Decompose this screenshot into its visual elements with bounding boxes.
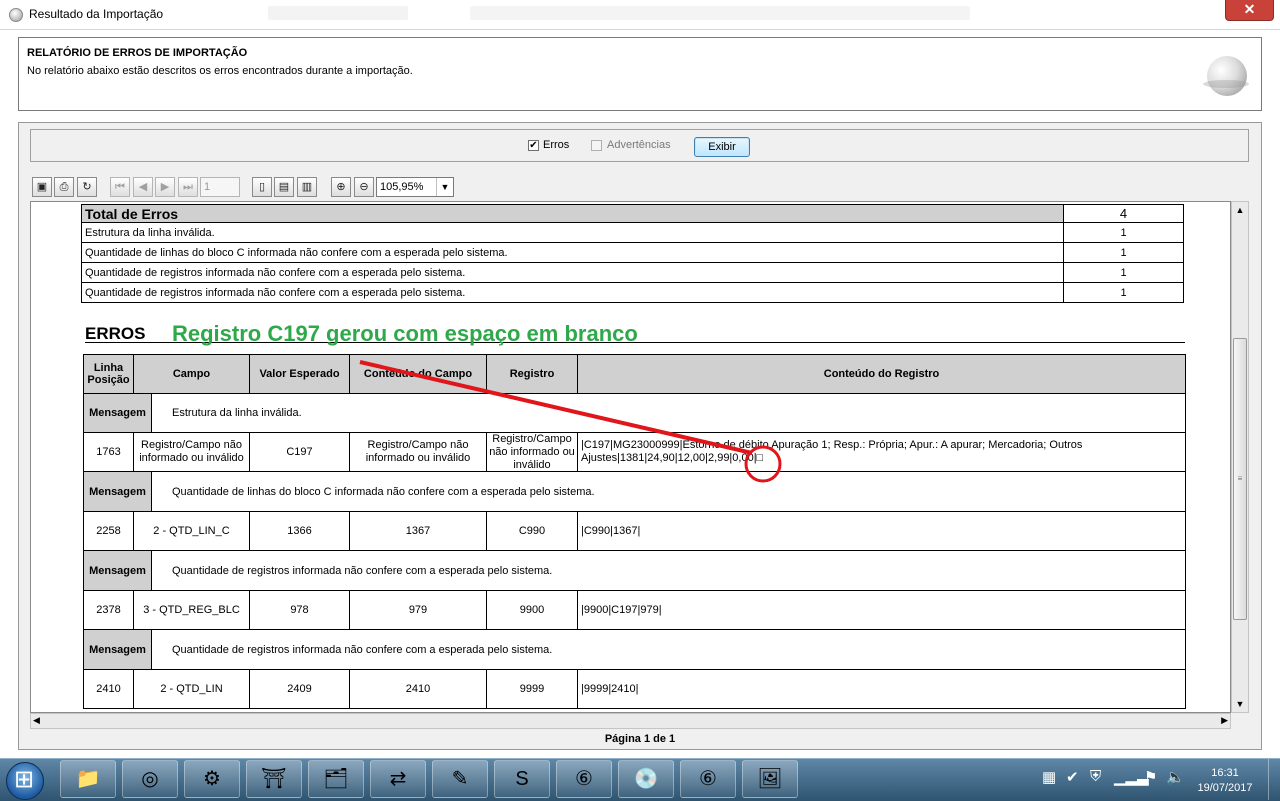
network-app-icon: ⚙ bbox=[203, 768, 221, 790]
disk-app-icon: 💿 bbox=[633, 768, 659, 790]
annotation-overlay bbox=[359, 360, 782, 483]
taskbar-app-button[interactable]: ⚙ bbox=[184, 760, 240, 798]
taskbar-app-button[interactable]: 💿 bbox=[618, 760, 674, 798]
flag-icon[interactable]: ⚑ bbox=[1144, 768, 1157, 786]
clock-date: 19/07/2017 bbox=[1197, 782, 1253, 794]
folder-icon: 📁 bbox=[75, 768, 101, 790]
shield-icon[interactable]: ⛨ bbox=[1090, 768, 1101, 785]
teamviewer-icon: ⇄ bbox=[389, 768, 407, 790]
taskbar-app-button[interactable]: 🗂 bbox=[308, 760, 364, 798]
chrome-icon: ◎ bbox=[141, 768, 159, 790]
taskbar-app-button[interactable]: ⛩ bbox=[246, 760, 302, 798]
volume-icon[interactable]: 🔈 bbox=[1166, 768, 1185, 786]
annotation-circle bbox=[744, 445, 782, 483]
skype-icon: S bbox=[515, 768, 529, 790]
show-desktop-button[interactable] bbox=[1268, 759, 1280, 800]
sped-fiscal-icon: ⑥ bbox=[575, 768, 593, 790]
start-button[interactable] bbox=[6, 762, 44, 800]
system-tray: ▦ ✔ ⛨ ▁▂▃ ⚑ 🔈 bbox=[1036, 762, 1186, 796]
annotation-arrow bbox=[359, 360, 753, 455]
taskbar-app-button[interactable]: ⑥ bbox=[680, 760, 736, 798]
taskbar-app-button[interactable]: ⇄ bbox=[370, 760, 426, 798]
taskbar-app-button[interactable]: 🖼 bbox=[742, 760, 798, 798]
image-viewer-icon: 🖼 bbox=[757, 768, 783, 790]
notepad-icon: ✎ bbox=[451, 768, 469, 790]
taskbar-app-button[interactable]: ✎ bbox=[432, 760, 488, 798]
taskbar-app-button[interactable]: ◎ bbox=[122, 760, 178, 798]
sped-fiscal-2-icon: ⑥ bbox=[699, 768, 717, 790]
clock-time: 16:31 bbox=[1211, 767, 1239, 779]
language-icon[interactable]: ▦ bbox=[1042, 768, 1056, 786]
taskbar-app-button[interactable]: 📁 bbox=[60, 760, 116, 798]
red-app-icon: ⛩ bbox=[261, 768, 287, 790]
clock[interactable]: 16:31 19/07/2017 bbox=[1190, 766, 1260, 796]
security-icon[interactable]: ✔ bbox=[1066, 768, 1079, 786]
taskbar-app-button[interactable]: ⑥ bbox=[556, 760, 612, 798]
taskbar-app-button[interactable]: S bbox=[494, 760, 550, 798]
office-tools-icon: 🗂 bbox=[323, 768, 349, 790]
